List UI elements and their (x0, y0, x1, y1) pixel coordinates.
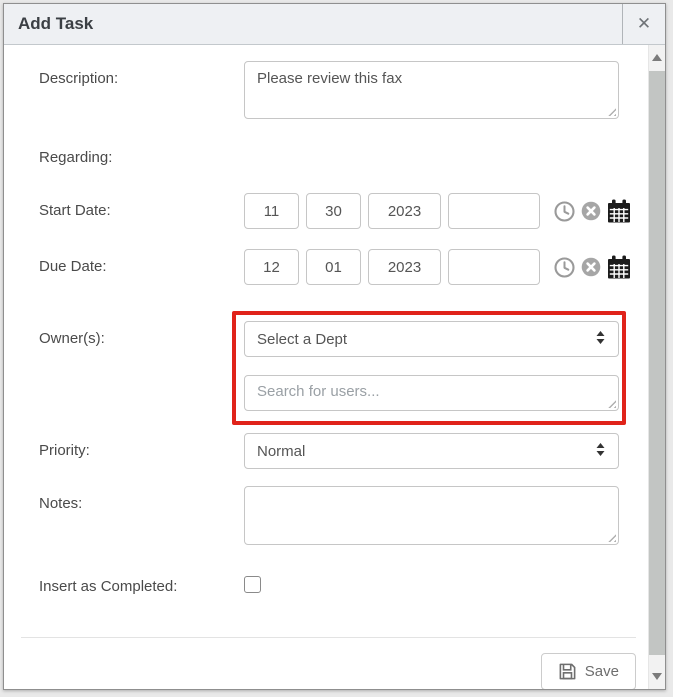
notes-label: Notes: (39, 486, 244, 545)
start-date-day-input[interactable] (306, 193, 361, 229)
vertical-scrollbar[interactable] (648, 45, 665, 689)
modal-title: Add Task (4, 14, 622, 34)
priority-select[interactable]: Normal (244, 433, 619, 469)
due-date-year-input[interactable] (368, 249, 441, 285)
calendar-icon[interactable] (607, 255, 631, 279)
add-task-modal: Add Task ✕ Description: Please review th… (3, 3, 666, 690)
dept-select[interactable]: Select a Dept (244, 321, 619, 357)
start-date-label: Start Date: (39, 193, 244, 229)
clear-date-icon[interactable] (581, 257, 601, 277)
description-textarea-wrap: Please review this fax (244, 61, 619, 119)
regarding-row: Regarding: (39, 149, 665, 169)
scroll-down-arrow-icon[interactable] (652, 673, 662, 680)
close-button[interactable]: ✕ (622, 4, 665, 44)
dept-select-value: Select a Dept (257, 331, 595, 348)
select-arrows-icon (595, 330, 606, 349)
insert-completed-label: Insert as Completed: (39, 569, 244, 598)
notes-row: Notes: (39, 486, 665, 545)
calendar-icon[interactable] (607, 199, 631, 223)
priority-select-value: Normal (257, 443, 595, 460)
due-date-label: Due Date: (39, 249, 244, 285)
description-label: Description: (39, 61, 244, 119)
insert-completed-row: Insert as Completed: (39, 569, 665, 598)
scroll-up-arrow-icon[interactable] (652, 54, 662, 61)
regarding-label: Regarding: (39, 149, 244, 169)
due-date-row: Due Date: (39, 249, 665, 285)
priority-label: Priority: (39, 433, 244, 469)
start-date-month-input[interactable] (244, 193, 299, 229)
modal-body: Description: Please review this fax Rega… (4, 45, 665, 689)
save-icon (558, 662, 577, 681)
notes-textarea[interactable] (244, 486, 619, 545)
modal-header: Add Task ✕ (4, 4, 665, 45)
insert-completed-checkbox[interactable] (244, 576, 261, 593)
start-date-row: Start Date: (39, 193, 665, 229)
owners-row: Owner(s): Select a Dept (39, 311, 665, 425)
start-date-time-input[interactable] (448, 193, 540, 229)
select-arrows-icon (595, 442, 606, 461)
description-row: Description: Please review this fax (39, 61, 665, 119)
modal-footer: Save (21, 638, 636, 689)
close-icon: ✕ (637, 14, 651, 34)
scrollbar-thumb[interactable] (649, 71, 665, 655)
priority-row: Priority: Normal (39, 433, 665, 469)
regarding-value (244, 149, 619, 169)
clock-icon[interactable] (554, 201, 575, 222)
save-button-label: Save (585, 663, 619, 680)
user-search-wrap (244, 375, 619, 411)
start-date-year-input[interactable] (368, 193, 441, 229)
owners-label: Owner(s): (39, 311, 244, 425)
clock-icon[interactable] (554, 257, 575, 278)
user-search-input[interactable] (244, 375, 619, 411)
due-date-month-input[interactable] (244, 249, 299, 285)
save-button[interactable]: Save (541, 653, 636, 689)
description-textarea[interactable]: Please review this fax (244, 61, 619, 119)
due-date-time-input[interactable] (448, 249, 540, 285)
clear-date-icon[interactable] (581, 201, 601, 221)
due-date-day-input[interactable] (306, 249, 361, 285)
notes-textarea-wrap (244, 486, 619, 545)
